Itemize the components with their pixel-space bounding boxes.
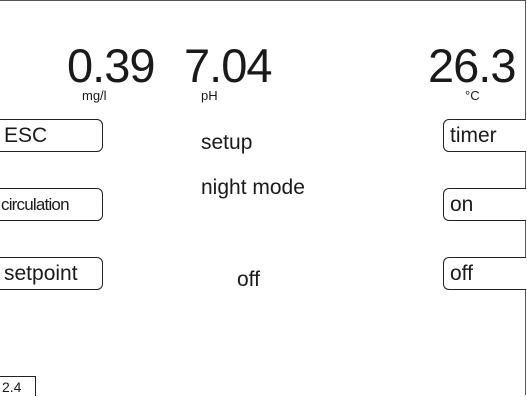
timer-button[interactable]: timer: [443, 119, 526, 152]
temperature-value: 26.3: [428, 39, 516, 92]
setpoint-state-label: off: [237, 268, 260, 291]
oxygen-unit: mg/l: [82, 88, 107, 103]
oxygen-value: 0.39: [67, 39, 155, 92]
temperature-unit: °C: [465, 88, 480, 103]
device-screen: 0.39 mg/l 7.04 pH 26.3 °C ESC setup time…: [0, 0, 526, 395]
ph-value: 7.04: [184, 39, 272, 92]
setup-label: setup: [201, 131, 253, 154]
off-button[interactable]: off: [443, 257, 526, 290]
circulation-button[interactable]: circulation: [0, 188, 103, 221]
esc-button[interactable]: ESC: [0, 119, 103, 152]
night-mode-label: night mode: [201, 176, 305, 199]
page-indicator: 2.4: [0, 376, 36, 396]
on-button[interactable]: on: [443, 188, 526, 221]
setpoint-button[interactable]: setpoint: [0, 257, 103, 290]
ph-unit: pH: [201, 88, 218, 103]
